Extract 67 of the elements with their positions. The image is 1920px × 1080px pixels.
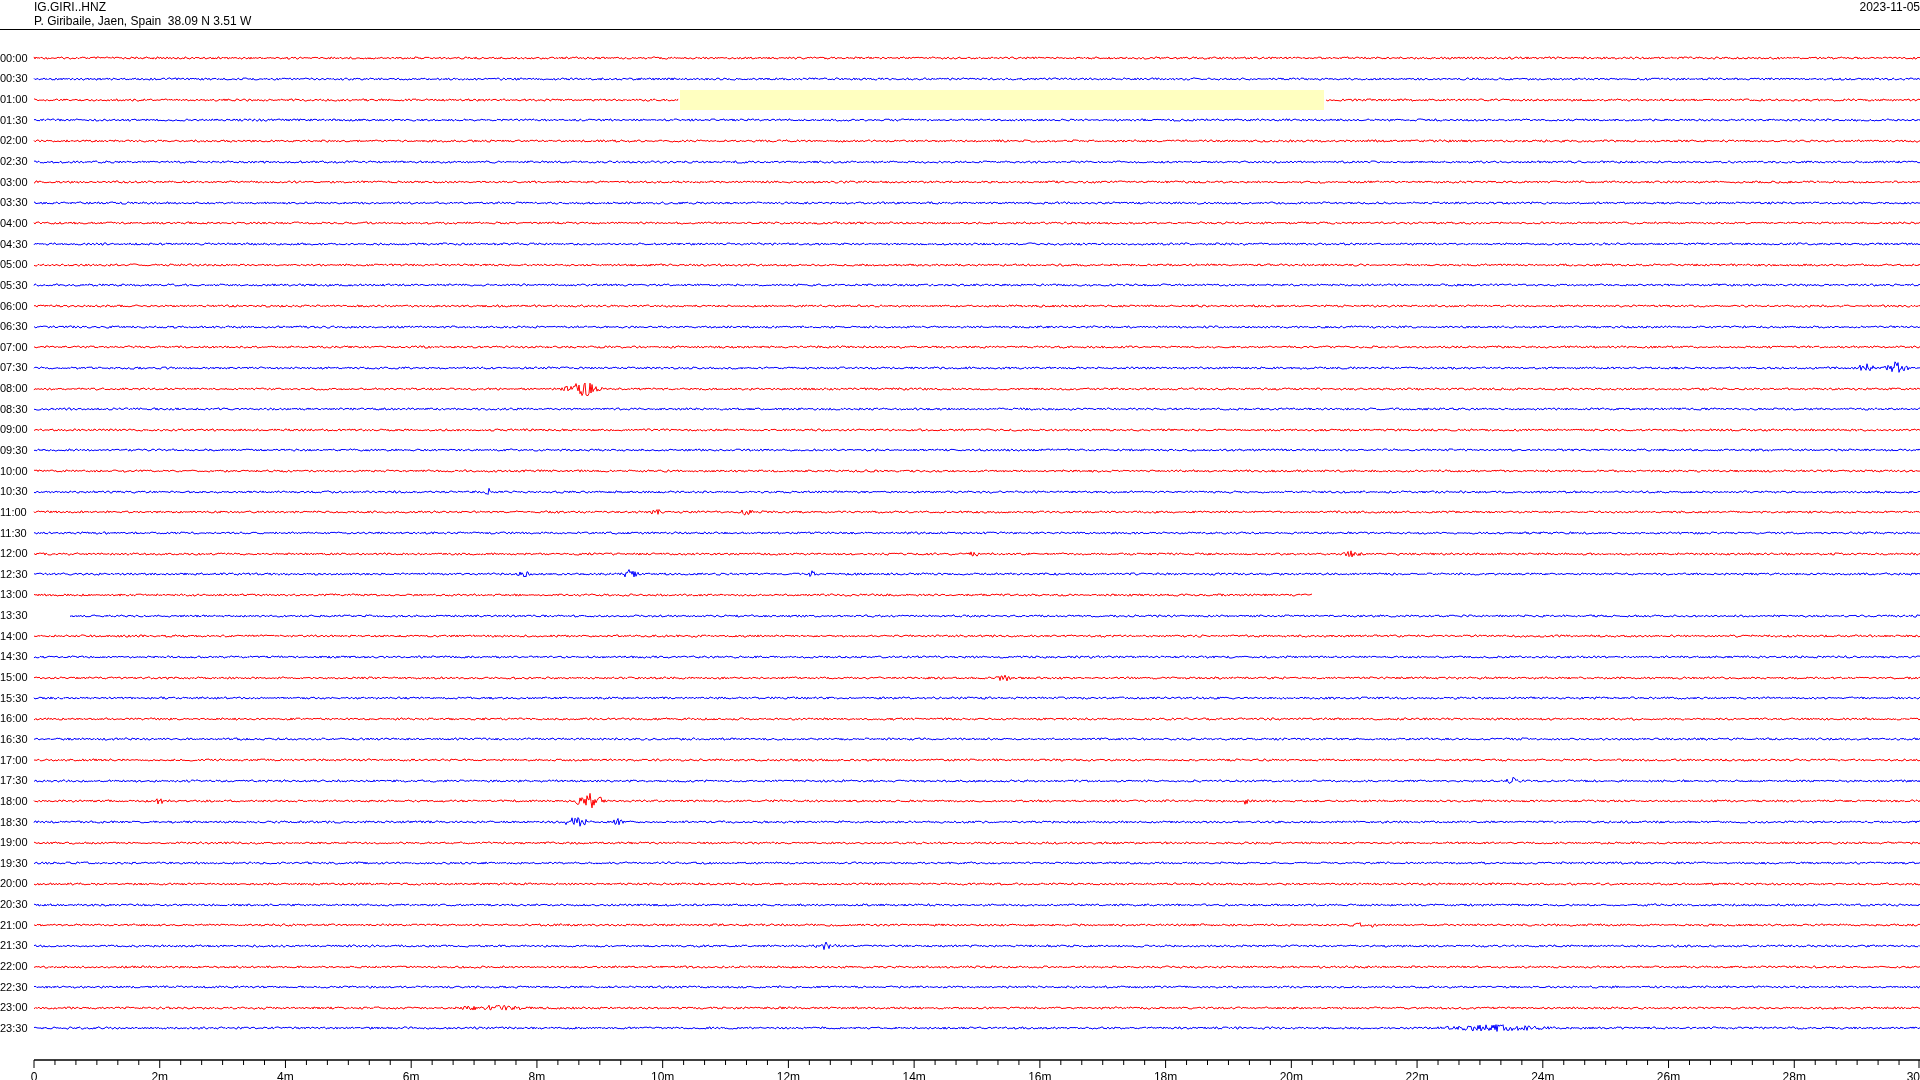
time-label: 04:30 [0, 238, 29, 250]
time-label: 19:00 [0, 837, 29, 849]
time-label: 20:00 [0, 878, 29, 890]
tick-label: 30 [1906, 1070, 1920, 1080]
time-label: 18:30 [0, 816, 29, 828]
time-label: 13:30 [0, 610, 29, 622]
tick-label: 6m [402, 1070, 420, 1080]
time-label: 12:00 [0, 548, 29, 560]
station-info: P. Giribaile, Jaen, Spain 38.09 N 3.51 W [34, 14, 252, 28]
tick-label: 26m [1656, 1070, 1681, 1080]
time-label: 02:30 [0, 156, 29, 167]
time-label: 10:30 [0, 486, 29, 498]
time-label: 00:00 [0, 52, 29, 64]
time-label: 13:00 [0, 589, 29, 601]
time-label: 14:00 [0, 630, 29, 642]
time-label: 15:00 [0, 672, 29, 684]
time-label: 23:00 [0, 1002, 29, 1014]
time-label: 21:00 [0, 919, 29, 931]
tick-label: 18m [1153, 1070, 1178, 1080]
time-label: 01:00 [0, 94, 29, 106]
time-label: 06:00 [0, 300, 29, 312]
tick-label: 8m [528, 1070, 546, 1080]
time-label: 08:30 [0, 403, 29, 415]
channel-title: IG.GIRI..HNZ [34, 0, 107, 14]
time-label: 11:30 [0, 527, 28, 539]
time-label: 19:30 [0, 857, 29, 869]
tick-label: 14m [902, 1070, 926, 1080]
tick-label: 16m [1028, 1070, 1052, 1080]
time-label: 22:30 [0, 981, 29, 993]
time-label: 05:00 [0, 259, 29, 271]
time-label: 16:30 [0, 733, 29, 745]
time-label: 04:00 [0, 217, 29, 229]
time-label: 09:30 [0, 445, 29, 456]
time-label: 03:30 [0, 197, 29, 209]
tick-label: 22m [1405, 1070, 1429, 1080]
time-label: 07:30 [0, 362, 29, 374]
time-label: 17:00 [0, 754, 29, 766]
time-label: 00:30 [0, 73, 29, 85]
tick-label: 28m [1782, 1070, 1806, 1080]
tick-label: 0 [30, 1070, 38, 1080]
time-label: 12:30 [0, 568, 29, 580]
time-label: 10:00 [0, 465, 29, 477]
time-label: 20:30 [0, 899, 29, 911]
time-label: 21:30 [0, 940, 29, 952]
time-label: 22:00 [0, 961, 29, 972]
time-label: 06:30 [0, 321, 29, 333]
time-label: 18:00 [0, 795, 29, 807]
time-label: 11:00 [0, 506, 28, 518]
time-label: 08:00 [0, 383, 29, 395]
tick-label: 10m [651, 1070, 675, 1080]
time-label: 16:00 [0, 713, 29, 725]
time-label: 02:00 [0, 135, 29, 147]
time-label: 14:30 [0, 651, 29, 663]
time-label: 09:00 [0, 424, 29, 436]
time-label: 07:00 [0, 341, 29, 353]
time-label: 23:30 [0, 1022, 29, 1034]
time-label: 03:00 [0, 176, 29, 188]
time-label: 17:30 [0, 775, 29, 787]
tick-label: 12m [776, 1070, 801, 1080]
time-label: 05:30 [0, 279, 29, 291]
tick-label: 2m [151, 1070, 169, 1080]
tick-label: 4m [277, 1070, 294, 1080]
time-label: 15:30 [0, 692, 29, 704]
tick-label: 24m [1531, 1070, 1555, 1080]
tick-label: 20m [1279, 1070, 1303, 1080]
date-label: 2023-11-05 [1859, 0, 1920, 16]
time-label: 01:30 [0, 114, 29, 126]
